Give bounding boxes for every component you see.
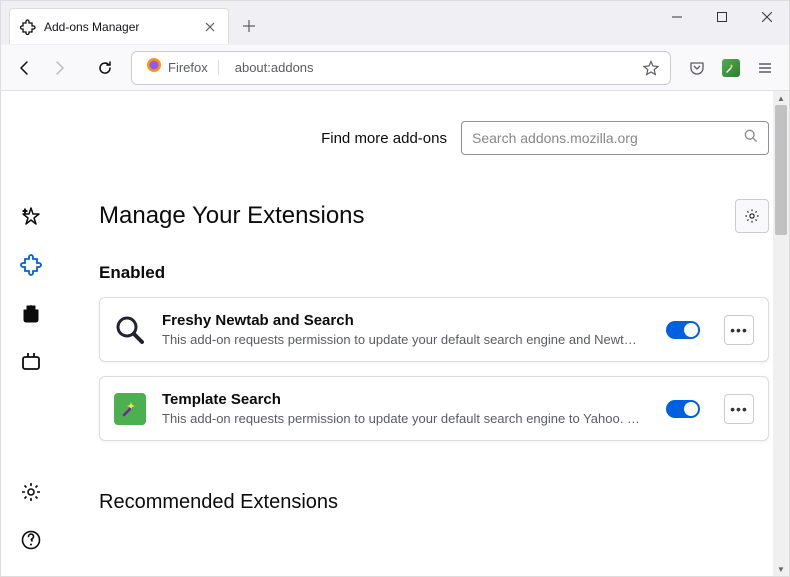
sidebar-themes[interactable] bbox=[15, 297, 47, 329]
url-text: about:addons bbox=[235, 60, 630, 75]
template-search-icon bbox=[114, 393, 146, 425]
addons-search-box[interactable] bbox=[461, 121, 769, 155]
extension-more-button[interactable]: ••• bbox=[724, 315, 754, 345]
scrollbar-thumb[interactable] bbox=[775, 105, 787, 235]
extension-toolbar-button[interactable] bbox=[715, 52, 747, 84]
sidebar-help[interactable] bbox=[15, 524, 47, 556]
magnifier-icon bbox=[114, 314, 146, 346]
extension-toggle[interactable] bbox=[666, 400, 700, 418]
extension-description: This add-on requests permission to updat… bbox=[162, 332, 650, 347]
forward-button[interactable] bbox=[43, 52, 75, 84]
recommended-header: Recommended Extensions bbox=[99, 491, 769, 514]
sidebar-plugins[interactable] bbox=[15, 345, 47, 377]
addons-search-input[interactable] bbox=[472, 130, 736, 146]
url-bar[interactable]: Firefox about:addons bbox=[131, 51, 671, 85]
tab-title: Add-ons Manager bbox=[44, 20, 194, 34]
addons-tab-icon bbox=[20, 19, 36, 35]
scroll-up-arrow[interactable]: ▲ bbox=[773, 91, 789, 105]
hamburger-menu-button[interactable] bbox=[749, 52, 781, 84]
sidebar-recommendations[interactable] bbox=[15, 201, 47, 233]
extension-more-button[interactable]: ••• bbox=[724, 394, 754, 424]
browser-tab[interactable]: Add-ons Manager bbox=[9, 8, 229, 44]
bookmark-star-button[interactable] bbox=[638, 55, 664, 81]
tools-gear-button[interactable] bbox=[735, 199, 769, 233]
scrollbar[interactable]: ▲ ▼ bbox=[773, 91, 789, 576]
find-addons-label: Find more add-ons bbox=[321, 130, 447, 147]
main-content: Find more add-ons Manage Your Extensions… bbox=[61, 91, 789, 576]
extension-card[interactable]: Template Search This add-on requests per… bbox=[99, 376, 769, 441]
minimize-button[interactable] bbox=[654, 1, 699, 33]
sidebar-settings[interactable] bbox=[15, 476, 47, 508]
navigation-toolbar: Firefox about:addons bbox=[1, 45, 789, 91]
identity-box[interactable]: Firefox bbox=[138, 55, 227, 80]
new-tab-button[interactable] bbox=[233, 10, 265, 42]
search-icon bbox=[744, 129, 758, 148]
maximize-button[interactable] bbox=[699, 1, 744, 33]
firefox-icon bbox=[146, 57, 162, 78]
extension-toggle[interactable] bbox=[666, 321, 700, 339]
category-sidebar bbox=[1, 91, 61, 576]
page-title: Manage Your Extensions bbox=[99, 202, 365, 230]
extension-name: Freshy Newtab and Search bbox=[162, 312, 650, 329]
enabled-header: Enabled bbox=[99, 263, 769, 283]
close-window-button[interactable] bbox=[744, 1, 789, 33]
reload-button[interactable] bbox=[89, 52, 121, 84]
wand-icon bbox=[722, 59, 740, 77]
pocket-button[interactable] bbox=[681, 52, 713, 84]
sidebar-extensions[interactable] bbox=[15, 249, 47, 281]
extension-description: This add-on requests permission to updat… bbox=[162, 411, 650, 426]
extension-name: Template Search bbox=[162, 391, 650, 408]
extension-card[interactable]: Freshy Newtab and Search This add-on req… bbox=[99, 297, 769, 362]
identity-label: Firefox bbox=[168, 60, 219, 75]
scroll-down-arrow[interactable]: ▼ bbox=[773, 562, 789, 576]
back-button[interactable] bbox=[9, 52, 41, 84]
tab-close-button[interactable] bbox=[202, 19, 218, 35]
